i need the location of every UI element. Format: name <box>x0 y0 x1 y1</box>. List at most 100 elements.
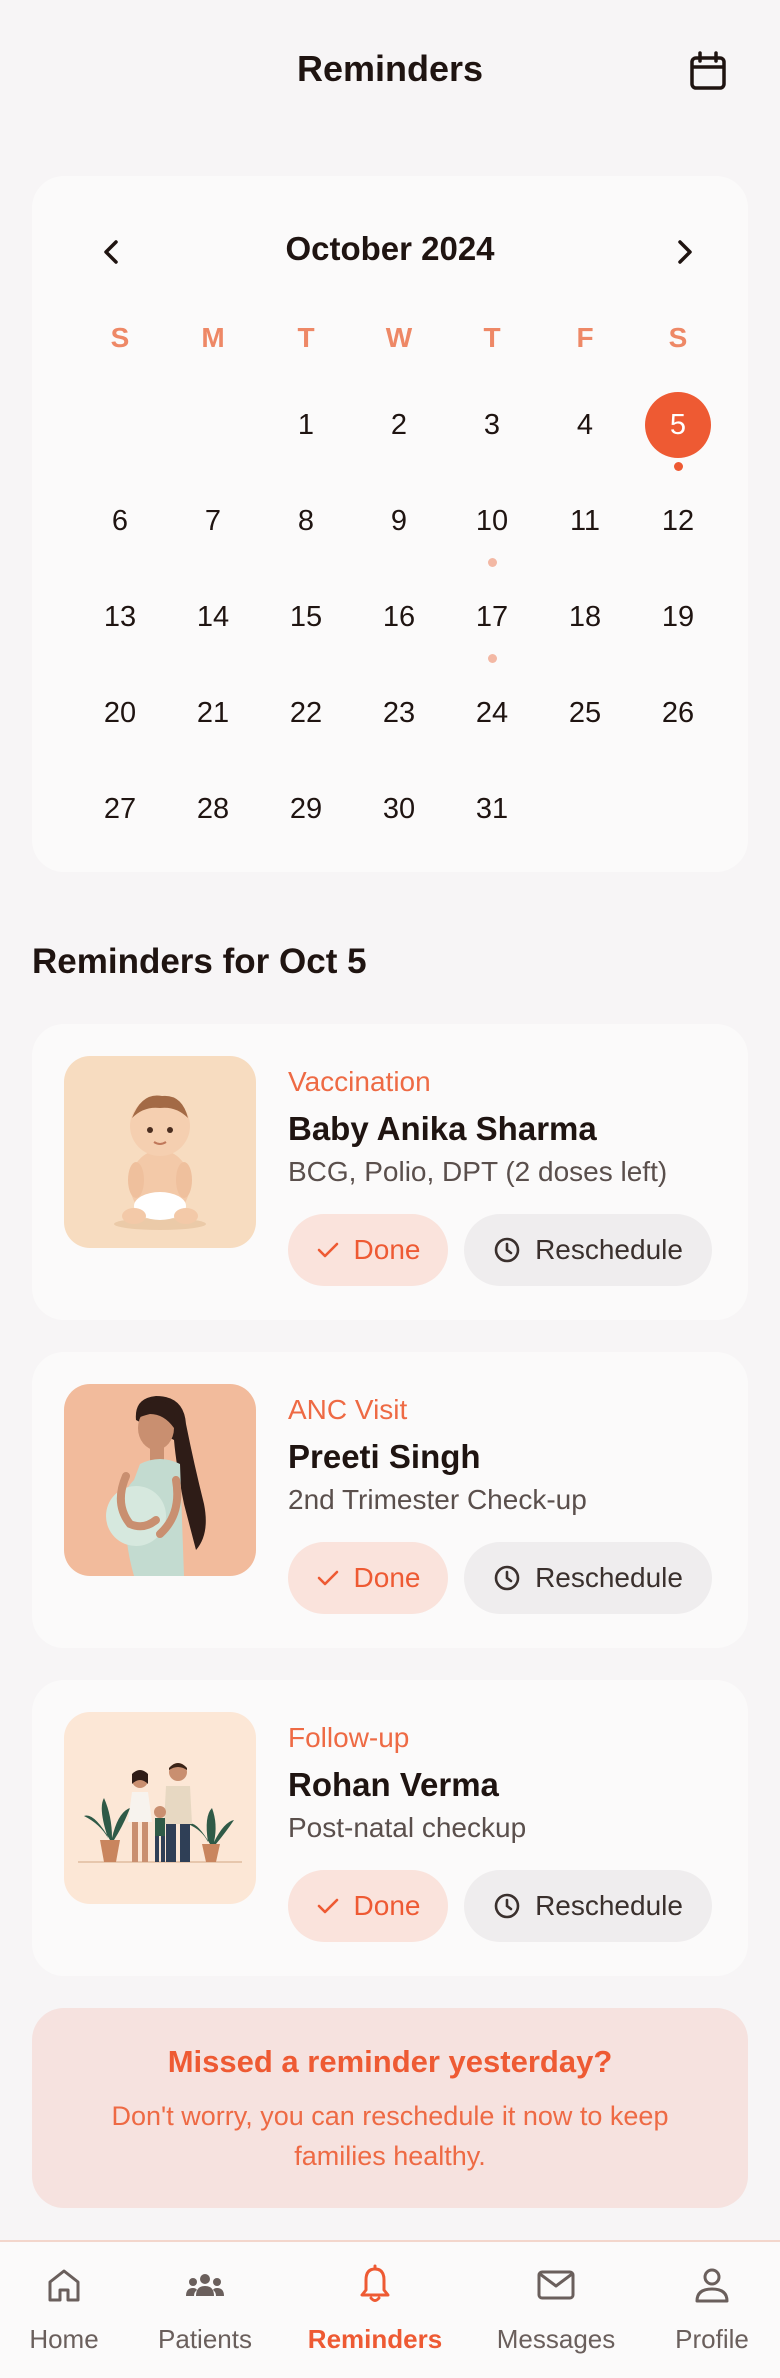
reminder-card: Vaccination Baby Anika Sharma BCG, Polio… <box>32 1024 748 1320</box>
calendar-day[interactable]: 24 <box>459 680 525 746</box>
calendar-card: October 2024 SMTWTFS 1 2 3 4 5 6 7 8 9 10 11 12 13 14… <box>32 176 748 872</box>
reminder-card: ANC Visit Preeti Singh 2nd Trimester Che… <box>32 1352 748 1648</box>
nav-item-home[interactable]: Home <box>0 2264 134 2355</box>
patient-name: Rohan Verma <box>288 1766 499 1803</box>
calendar-day[interactable]: 16 <box>366 584 432 650</box>
calendar-day[interactable]: 19 <box>645 584 711 650</box>
nav-label: Reminders <box>307 2324 443 2354</box>
calendar-day[interactable]: 31 <box>459 776 525 842</box>
calendar-day[interactable]: 14 <box>180 584 246 650</box>
calendar-day[interactable]: 10 <box>459 488 525 554</box>
calendar-day[interactable]: 21 <box>180 680 246 746</box>
reschedule-button[interactable]: Reschedule <box>464 1214 712 1286</box>
calendar-day[interactable]: 11 <box>552 488 618 554</box>
calendar-day[interactable]: 3 <box>459 392 525 458</box>
patient-name: Preeti Singh <box>288 1438 481 1475</box>
calendar-day[interactable]: 30 <box>366 776 432 842</box>
weekday-header: SMTWTFS <box>74 322 726 362</box>
done-button-label: Done <box>353 1234 421 1265</box>
baby-illustration <box>64 1056 256 1248</box>
done-button[interactable]: Done <box>288 1870 448 1942</box>
reschedule-button[interactable]: Reschedule <box>464 1870 712 1942</box>
clock-icon <box>494 1565 520 1591</box>
calendar-day[interactable]: 6 <box>87 488 153 554</box>
banner-body: Don't worry, you can reschedule it now t… <box>111 2101 669 2171</box>
reminder-detail: Post-natal checkup <box>288 1812 527 1843</box>
reschedule-button-label: Reschedule <box>535 1234 683 1265</box>
calendar-day[interactable]: 4 <box>552 392 618 458</box>
weekday-label: S <box>668 322 688 353</box>
reminder-detail: BCG, Polio, DPT (2 doses left) <box>288 1156 668 1187</box>
reminder-type: ANC Visit <box>288 1394 408 1425</box>
calendar-day[interactable]: 15 <box>273 584 339 650</box>
nav-label: Patients <box>158 2324 252 2354</box>
done-button[interactable]: Done <box>288 1214 448 1286</box>
done-button[interactable]: Done <box>288 1542 448 1614</box>
nav-item-patients[interactable]: Patients <box>135 2264 275 2355</box>
reminder-type: Vaccination <box>288 1066 431 1097</box>
family-illustration <box>64 1712 256 1904</box>
weekday-label: F <box>576 322 594 353</box>
calendar-day[interactable]: 27 <box>87 776 153 842</box>
weekday-label: T <box>483 322 501 353</box>
chevron-right-icon <box>678 240 692 264</box>
calendar-day-grid: 1 2 3 4 5 6 7 8 9 10 11 12 13 14 15 16 17 18 19 20 21 22 23 24 2… <box>74 376 726 856</box>
page-title: Reminders <box>296 48 484 89</box>
home-icon <box>48 2269 80 2302</box>
calendar-day[interactable]: 20 <box>87 680 153 746</box>
mail-icon <box>537 2270 575 2300</box>
nav-item-profile[interactable]: Profile <box>642 2264 780 2355</box>
calendar-day[interactable]: 7 <box>180 488 246 554</box>
reschedule-button[interactable]: Reschedule <box>464 1542 712 1614</box>
clock-icon <box>494 1893 520 1919</box>
nav-item-messages[interactable]: Messages <box>486 2264 626 2355</box>
reminder-type: Follow-up <box>288 1722 410 1753</box>
calendar-day[interactable]: 23 <box>366 680 432 746</box>
calendar-day[interactable]: 25 <box>552 680 618 746</box>
bottom-navigation: Home Patients Reminders Messages Profile <box>0 2240 780 2378</box>
calendar-icon <box>690 51 726 90</box>
calendar-day[interactable]: 26 <box>645 680 711 746</box>
weekday-label: W <box>385 322 413 353</box>
calendar-day[interactable]: 5 <box>645 392 711 458</box>
weekday-label: S <box>110 322 130 353</box>
reminders-section-title: Reminders for Oct 5 <box>32 942 367 981</box>
done-button-label: Done <box>353 1562 421 1593</box>
nav-label: Home <box>29 2324 99 2354</box>
calendar-day[interactable]: 12 <box>645 488 711 554</box>
calendar-day[interactable]: 17 <box>459 584 525 650</box>
calendar-day[interactable]: 13 <box>87 584 153 650</box>
patients-icon <box>186 2274 224 2296</box>
next-month-button[interactable] <box>660 228 708 276</box>
nav-label: Messages <box>496 2324 616 2354</box>
check-icon <box>317 1898 338 1914</box>
app-header: Reminders <box>0 0 780 140</box>
weekday-label: M <box>201 322 225 353</box>
calendar-day[interactable]: 29 <box>273 776 339 842</box>
calendar-day[interactable]: 28 <box>180 776 246 842</box>
reminder-detail: 2nd Trimester Check-up <box>288 1484 587 1515</box>
calendar-month-label: October 2024 <box>285 230 495 267</box>
calendar-day[interactable]: 8 <box>273 488 339 554</box>
check-icon <box>317 1570 338 1586</box>
calendar-button[interactable] <box>684 48 732 96</box>
calendar-day[interactable]: 1 <box>273 392 339 458</box>
check-icon <box>317 1242 338 1258</box>
reschedule-button-label: Reschedule <box>535 1890 683 1921</box>
calendar-day[interactable]: 9 <box>366 488 432 554</box>
bell-icon <box>360 2264 390 2302</box>
reminder-dot <box>487 558 497 567</box>
calendar-day[interactable]: 18 <box>552 584 618 650</box>
done-button-label: Done <box>353 1890 421 1921</box>
banner-title: Missed a reminder yesterday? <box>167 2044 613 2079</box>
nav-item-reminders[interactable]: Reminders <box>305 2264 445 2355</box>
calendar-day[interactable]: 2 <box>366 392 432 458</box>
reminder-dot <box>673 462 683 471</box>
profile-icon <box>695 2268 729 2303</box>
calendar-day[interactable]: 22 <box>273 680 339 746</box>
nav-label: Profile <box>675 2324 749 2354</box>
pregnant-woman-illustration <box>64 1384 256 1576</box>
reminder-card: Follow-up Rohan Verma Post-natal checkup… <box>32 1680 748 1976</box>
missed-reminder-banner: Missed a reminder yesterday? Don't worry… <box>32 2008 748 2208</box>
reminder-dot <box>487 654 497 663</box>
